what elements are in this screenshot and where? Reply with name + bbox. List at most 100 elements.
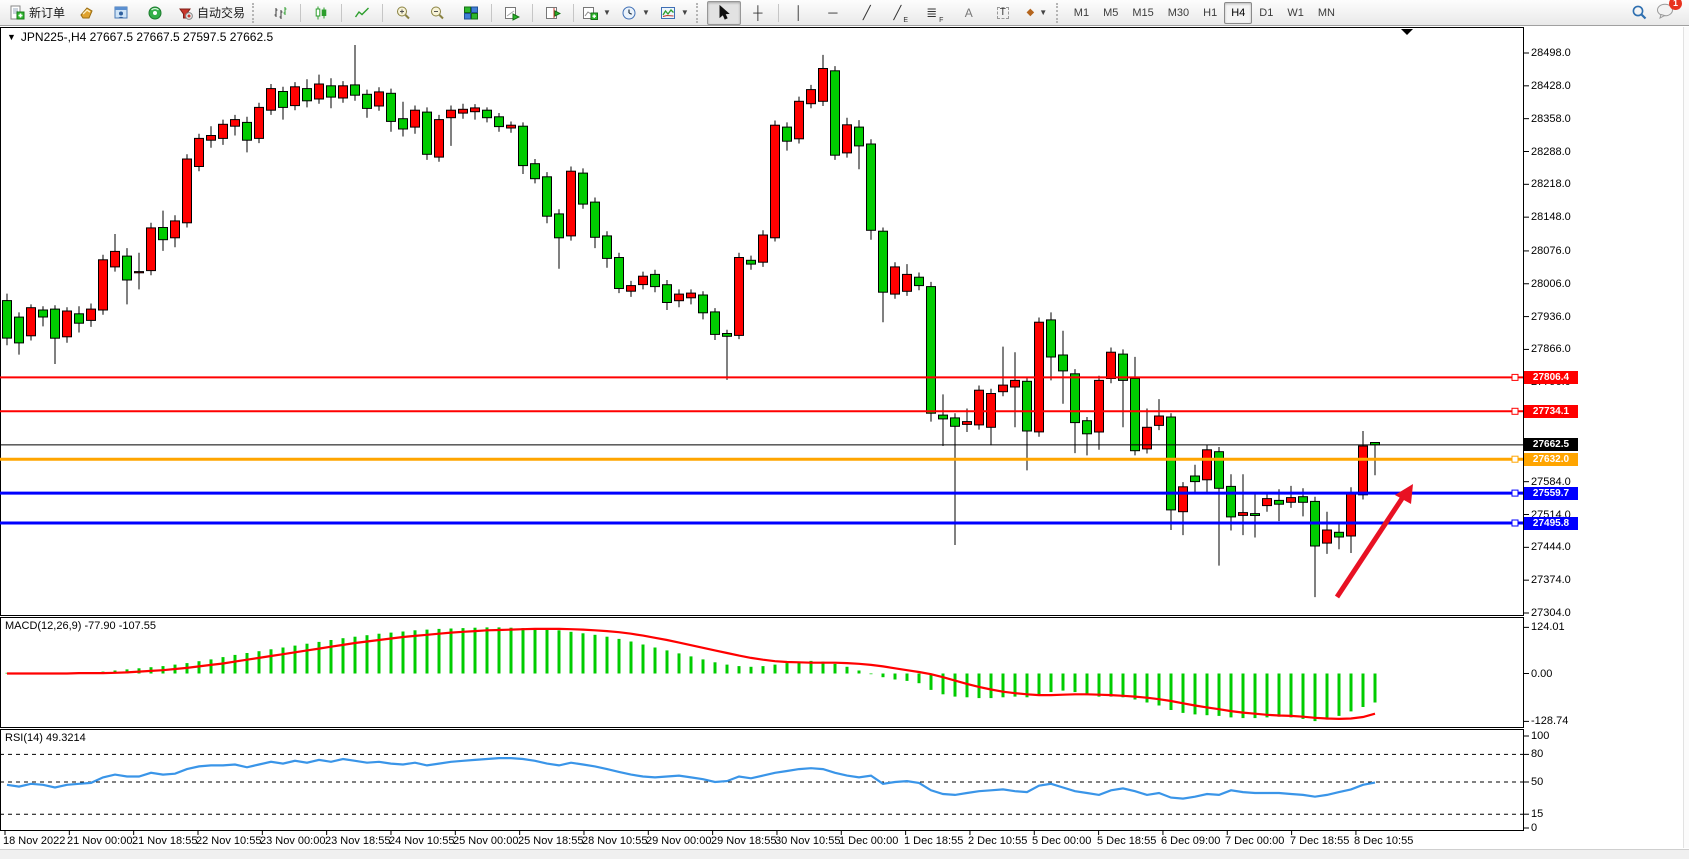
candle-body: [1263, 499, 1272, 506]
candle-body: [1107, 352, 1116, 378]
candle-body: [1167, 417, 1176, 510]
candle: [435, 115, 444, 162]
time-axis-label: 25 Nov 00:00: [453, 835, 518, 847]
candle-body: [747, 260, 756, 264]
line-anchor[interactable]: [1512, 374, 1518, 380]
candle-body: [603, 236, 612, 259]
candle-body: [159, 228, 168, 240]
candle-body: [1191, 476, 1200, 482]
candle-body: [1083, 421, 1092, 434]
candle-body: [723, 334, 732, 337]
candle-body: [495, 117, 504, 127]
line-anchor[interactable]: [1512, 456, 1518, 462]
candle-body: [543, 177, 552, 216]
candle-body: [447, 110, 456, 118]
candle-body: [903, 274, 912, 291]
candle-body: [1131, 379, 1140, 451]
candle: [423, 107, 432, 159]
candle: [891, 262, 900, 299]
candle-body: [231, 120, 240, 127]
mt4-window: 新订单: [0, 0, 1689, 859]
line-anchor[interactable]: [1512, 490, 1518, 496]
candle: [567, 167, 576, 241]
price-tag: 27559.7: [1524, 487, 1578, 500]
candle-body: [99, 260, 108, 310]
candle-body: [303, 89, 312, 101]
candle-body: [1347, 493, 1356, 536]
candle-body: [435, 120, 444, 158]
candle-body: [951, 418, 960, 426]
candle: [795, 97, 804, 144]
line-anchor[interactable]: [1512, 408, 1518, 414]
candle-body: [1227, 486, 1236, 517]
candle-body: [411, 110, 420, 127]
candle-body: [243, 122, 252, 140]
candle-body: [627, 286, 636, 292]
candle-body: [1047, 320, 1056, 357]
candle-body: [567, 171, 576, 236]
price-tag: 27662.5: [1524, 438, 1578, 451]
candle-body: [939, 415, 948, 419]
candle: [291, 82, 300, 110]
candle: [3, 294, 12, 346]
candle-body: [1155, 416, 1164, 425]
candle-body: [1323, 530, 1332, 543]
time-axis-label: 30 Nov 10:55: [775, 835, 840, 847]
candle-body: [1071, 374, 1080, 423]
candle-body: [651, 274, 660, 286]
candle-body: [1299, 497, 1308, 503]
candle-body: [1275, 500, 1284, 504]
rsi-scale-label: 80: [1531, 748, 1543, 760]
candle: [255, 103, 264, 143]
candle-body: [555, 214, 564, 238]
chart-title-bar[interactable]: ▼ JPN225-,H4 27667.5 27667.5 27597.5 276…: [7, 30, 273, 44]
candle-body: [855, 127, 864, 146]
candle-body: [675, 294, 684, 301]
candle-body: [1251, 514, 1260, 516]
time-axis-label: 21 Nov 00:00: [67, 835, 132, 847]
time-axis-label: 21 Nov 18:55: [132, 835, 197, 847]
chart-collapse-icon[interactable]: ▼: [7, 32, 16, 42]
candle-body: [39, 310, 48, 317]
candle-body: [327, 86, 336, 97]
candle-body: [963, 422, 972, 425]
candle-body: [135, 272, 144, 273]
candle-body: [123, 256, 132, 280]
time-axis-label: 7 Dec 00:00: [1225, 835, 1284, 847]
time-axis-label: 5 Dec 18:55: [1097, 835, 1156, 847]
candle-body: [639, 276, 648, 284]
candle: [27, 304, 36, 340]
candle-body: [1011, 380, 1020, 387]
chart-title: JPN225-,H4 27667.5 27667.5 27597.5 27662…: [21, 30, 273, 44]
time-axis-label: 24 Nov 10:55: [389, 835, 454, 847]
line-anchor[interactable]: [1512, 520, 1518, 526]
candle: [267, 84, 276, 115]
candle-body: [471, 108, 480, 112]
rsi-scale-label: 50: [1531, 776, 1543, 788]
candle-body: [843, 125, 852, 153]
price-tag: 27734.1: [1524, 405, 1578, 418]
candle-body: [387, 93, 396, 121]
candle-body: [27, 308, 36, 336]
price-chart[interactable]: [0, 0, 1689, 859]
candle-body: [267, 89, 276, 111]
candle: [867, 139, 876, 239]
candle-body: [519, 126, 528, 165]
candle-body: [663, 285, 672, 303]
candle-body: [459, 109, 468, 113]
candle-body: [195, 138, 204, 166]
candle-body: [1203, 450, 1212, 480]
candle: [615, 253, 624, 293]
price-tick-label: 28358.0: [1531, 113, 1571, 125]
price-tick-label: 28428.0: [1531, 80, 1571, 92]
candle-body: [1059, 355, 1068, 371]
macd-scale-label: 124.01: [1531, 621, 1565, 633]
candle-body: [51, 309, 60, 338]
candle: [195, 134, 204, 172]
time-axis-label: 28 Nov 10:55: [582, 835, 647, 847]
candle-body: [351, 85, 360, 95]
time-axis-label: 8 Dec 10:55: [1354, 835, 1413, 847]
price-tick-label: 28148.0: [1531, 211, 1571, 223]
price-tick-label: 27304.0: [1531, 607, 1571, 619]
candle-body: [867, 144, 876, 230]
